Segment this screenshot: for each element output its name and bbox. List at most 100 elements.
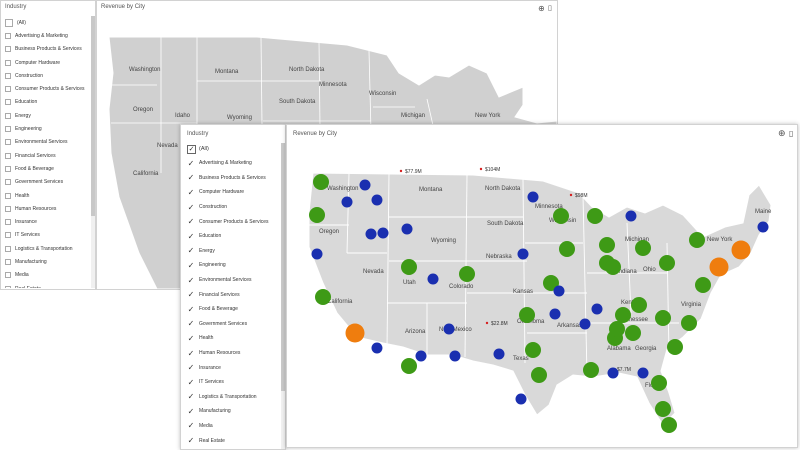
city-revenue-bubble[interactable]	[625, 210, 637, 222]
check-icon[interactable]: ✓	[187, 276, 195, 285]
checkbox-icon[interactable]	[5, 139, 11, 146]
filter-item[interactable]: ✓ Insurance	[187, 360, 279, 375]
city-revenue-bubble[interactable]	[517, 248, 529, 260]
checkbox-icon[interactable]	[5, 179, 11, 186]
check-icon[interactable]: ✓	[187, 305, 195, 314]
filter-item[interactable]: ✓ Environmental Services	[187, 273, 279, 288]
checkbox-icon[interactable]	[5, 112, 11, 119]
back-filter-item[interactable]: Consumer Products & Services	[5, 82, 89, 95]
back-filter-item[interactable]: Construction	[5, 69, 89, 82]
check-icon[interactable]: ✓	[187, 349, 195, 358]
check-icon[interactable]: ✓	[187, 334, 195, 343]
city-revenue-bubble[interactable]	[667, 339, 683, 355]
city-revenue-bubble[interactable]	[515, 393, 527, 405]
filter-item[interactable]: ✓ Media	[187, 419, 279, 434]
city-revenue-bubble[interactable]	[365, 228, 377, 240]
city-revenue-bubble[interactable]	[681, 315, 697, 331]
filter-item[interactable]: ✓ Food & Beverage	[187, 302, 279, 317]
back-filter-item[interactable]: Education	[5, 96, 89, 109]
back-filter-item[interactable]: Health	[5, 189, 89, 202]
city-revenue-bubble[interactable]	[655, 310, 671, 326]
filter-item[interactable]: ✓ Engineering	[187, 258, 279, 273]
city-revenue-bubble[interactable]	[757, 221, 769, 233]
city-revenue-bubble[interactable]	[661, 417, 677, 433]
city-revenue-bubble[interactable]	[631, 297, 647, 313]
city-revenue-bubble[interactable]	[625, 325, 641, 341]
back-filter-item[interactable]: Financial Services	[5, 149, 89, 162]
check-icon[interactable]: ✓	[187, 421, 195, 430]
check-icon[interactable]: ✓	[187, 319, 195, 328]
check-icon[interactable]: ✓	[187, 159, 195, 168]
filter-item[interactable]: ✓ IT Services	[187, 375, 279, 390]
back-filter-scrollbar[interactable]	[91, 16, 95, 288]
back-filter-item[interactable]: Food & Beverage	[5, 162, 89, 175]
filter-item[interactable]: ✓ Health	[187, 331, 279, 346]
city-revenue-bubble[interactable]	[401, 259, 417, 275]
checkbox-icon[interactable]	[5, 205, 11, 212]
back-filter-item[interactable]: Insurance	[5, 215, 89, 228]
front-filter-scrollbar[interactable]	[281, 143, 285, 449]
check-icon[interactable]: ✓	[187, 363, 195, 372]
filter-item[interactable]: ✓ Business Products & Services	[187, 171, 279, 186]
city-revenue-bubble[interactable]	[415, 350, 427, 362]
back-filter-item[interactable]: (All)	[5, 16, 89, 29]
check-icon[interactable]: ✓	[187, 436, 195, 445]
back-filter-item[interactable]: Logistics & Transportation	[5, 242, 89, 255]
checkbox-icon[interactable]	[5, 272, 11, 279]
city-revenue-bubble[interactable]	[689, 232, 705, 248]
back-filter-item[interactable]: Media	[5, 269, 89, 282]
city-revenue-bubble[interactable]	[651, 375, 667, 391]
back-filter-item[interactable]: Business Products & Services	[5, 43, 89, 56]
checkbox-icon[interactable]	[5, 258, 11, 265]
checkbox-icon[interactable]	[5, 232, 11, 239]
city-revenue-bubble[interactable]	[605, 259, 621, 275]
filter-item[interactable]: ✓ Real Estate	[187, 433, 279, 448]
back-filter-item[interactable]: Human Resources	[5, 202, 89, 215]
city-revenue-bubble[interactable]	[401, 223, 413, 235]
city-revenue-bubble[interactable]	[591, 303, 603, 315]
checkbox-icon[interactable]	[5, 219, 11, 226]
check-icon[interactable]: ✓	[187, 290, 195, 299]
checkbox-icon[interactable]	[5, 72, 11, 79]
checkbox-icon[interactable]	[5, 46, 11, 53]
city-revenue-bubble[interactable]	[377, 227, 389, 239]
checkbox-icon[interactable]	[5, 245, 11, 252]
city-revenue-bubble[interactable]	[493, 348, 505, 360]
city-revenue-bubble[interactable]	[313, 174, 329, 190]
check-icon[interactable]: ✓	[187, 261, 195, 270]
check-icon[interactable]: ✓	[187, 407, 195, 416]
back-filter-item[interactable]: Energy	[5, 109, 89, 122]
filter-item[interactable]: ✓ Human Resources	[187, 346, 279, 361]
checkbox-icon[interactable]	[5, 32, 11, 39]
back-filter-item[interactable]: IT Services	[5, 229, 89, 242]
check-icon[interactable]: ✓	[187, 217, 195, 226]
city-revenue-bubble[interactable]	[527, 191, 539, 203]
city-revenue-bubble[interactable]	[731, 240, 751, 260]
city-revenue-bubble[interactable]	[579, 318, 591, 330]
checkbox-icon[interactable]	[5, 285, 11, 288]
city-revenue-bubble[interactable]	[309, 207, 325, 223]
city-revenue-bubble[interactable]	[659, 255, 675, 271]
city-revenue-bubble[interactable]	[459, 266, 475, 282]
back-filter-item[interactable]: Environmental Services	[5, 136, 89, 149]
checkbox-icon[interactable]	[5, 126, 11, 133]
check-icon[interactable]: ✓	[187, 392, 195, 401]
checkbox-icon[interactable]	[5, 59, 11, 66]
check-icon[interactable]: ✓	[187, 203, 195, 212]
filter-item[interactable]: ✓ Logistics & Transportation	[187, 390, 279, 405]
checkbox-icon[interactable]	[5, 152, 11, 159]
filter-item[interactable]: ✓ Advertising & Marketing	[187, 156, 279, 171]
back-filter-item[interactable]: Advertising & Marketing	[5, 29, 89, 42]
city-revenue-bubble[interactable]	[559, 241, 575, 257]
city-revenue-bubble[interactable]	[655, 401, 671, 417]
city-revenue-bubble[interactable]	[371, 194, 383, 206]
city-revenue-bubble[interactable]	[427, 273, 439, 285]
city-revenue-bubble[interactable]	[599, 237, 615, 253]
city-revenue-bubble[interactable]	[341, 196, 353, 208]
city-revenue-bubble[interactable]	[401, 358, 417, 374]
filter-item[interactable]: ✓ Computer Hardware	[187, 185, 279, 200]
city-revenue-bubble[interactable]	[635, 240, 651, 256]
filter-item[interactable]: ✓ Construction	[187, 200, 279, 215]
check-icon[interactable]: ✓	[187, 378, 195, 387]
city-revenue-bubble[interactable]	[371, 342, 383, 354]
